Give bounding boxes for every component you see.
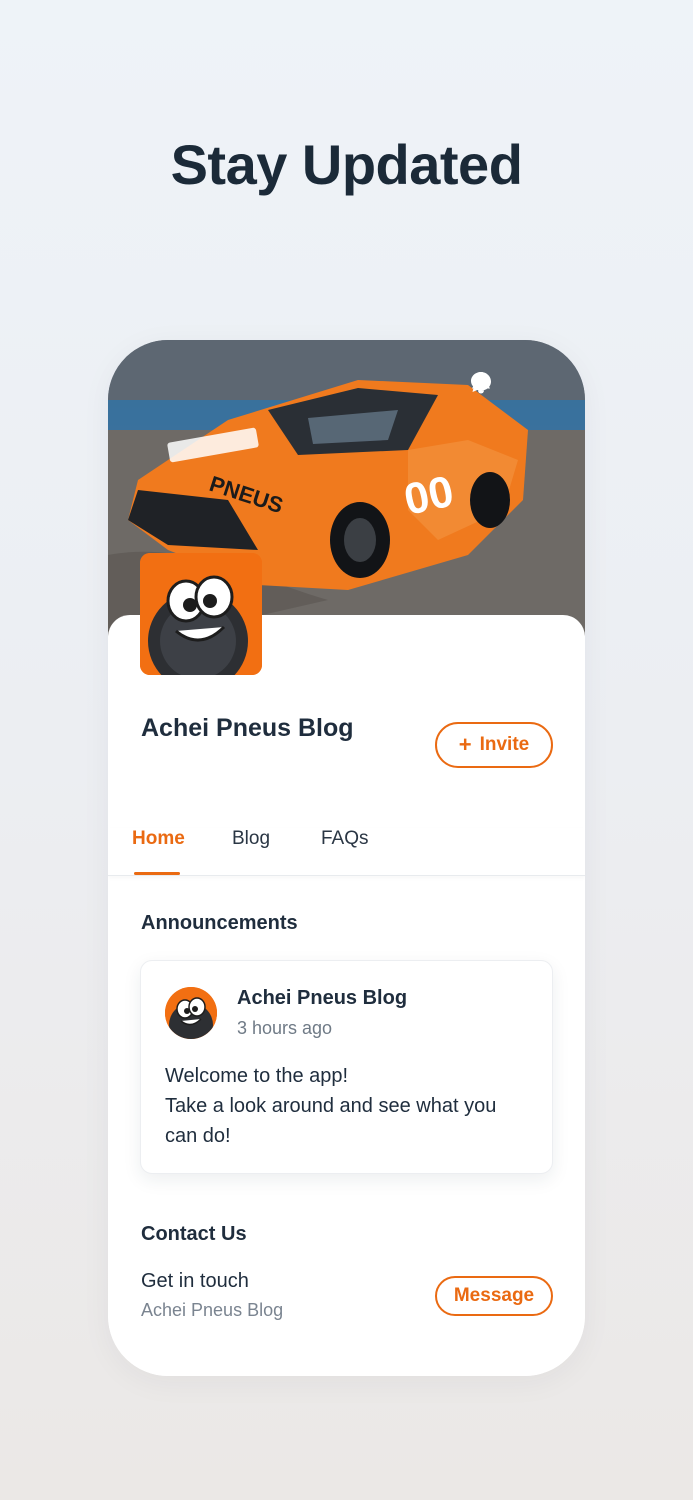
tab-bar: Home Blog FAQs: [108, 828, 585, 876]
tab-faqs[interactable]: FAQs: [321, 828, 369, 850]
bell-icon[interactable]: [472, 370, 551, 394]
announcements-title: Announcements: [141, 912, 298, 934]
phone-frame: PNEUS 00 Achei Pneus Blog + Invite Home …: [108, 340, 585, 1376]
site-title: Achei Pneus Blog: [141, 714, 354, 742]
contact-subtitle: Achei Pneus Blog: [141, 1300, 284, 1320]
post-body-line: can do!: [165, 1125, 231, 1147]
post-body-line: Take a look around and see what you: [165, 1095, 497, 1117]
post-author: Achei Pneus Blog: [237, 987, 408, 1009]
tab-blog[interactable]: Blog: [232, 828, 270, 850]
invite-label: Invite: [479, 734, 530, 755]
active-tab-indicator: [134, 872, 180, 875]
post-body: Welcome to the app! Take a look around a…: [165, 1061, 535, 1151]
announcement-card[interactable]: Achei Pneus Blog 3 hours ago Welcome to …: [140, 960, 553, 1174]
blog-avatar: [140, 553, 262, 675]
contact-title: Contact Us: [141, 1223, 247, 1245]
invite-button[interactable]: + Invite: [435, 722, 553, 768]
contact-line: Get in touch: [141, 1270, 249, 1292]
post-timestamp: 3 hours ago: [237, 1018, 333, 1038]
message-button[interactable]: Message: [435, 1276, 553, 1316]
plus-icon: +: [458, 732, 472, 757]
tab-home[interactable]: Home: [132, 828, 185, 850]
author-avatar: [165, 987, 217, 1039]
page-headline: Stay Updated: [170, 133, 523, 196]
post-body-line: Welcome to the app!: [165, 1065, 349, 1087]
car-number: 00: [400, 467, 458, 525]
tire-mascot-logo: [140, 553, 262, 675]
